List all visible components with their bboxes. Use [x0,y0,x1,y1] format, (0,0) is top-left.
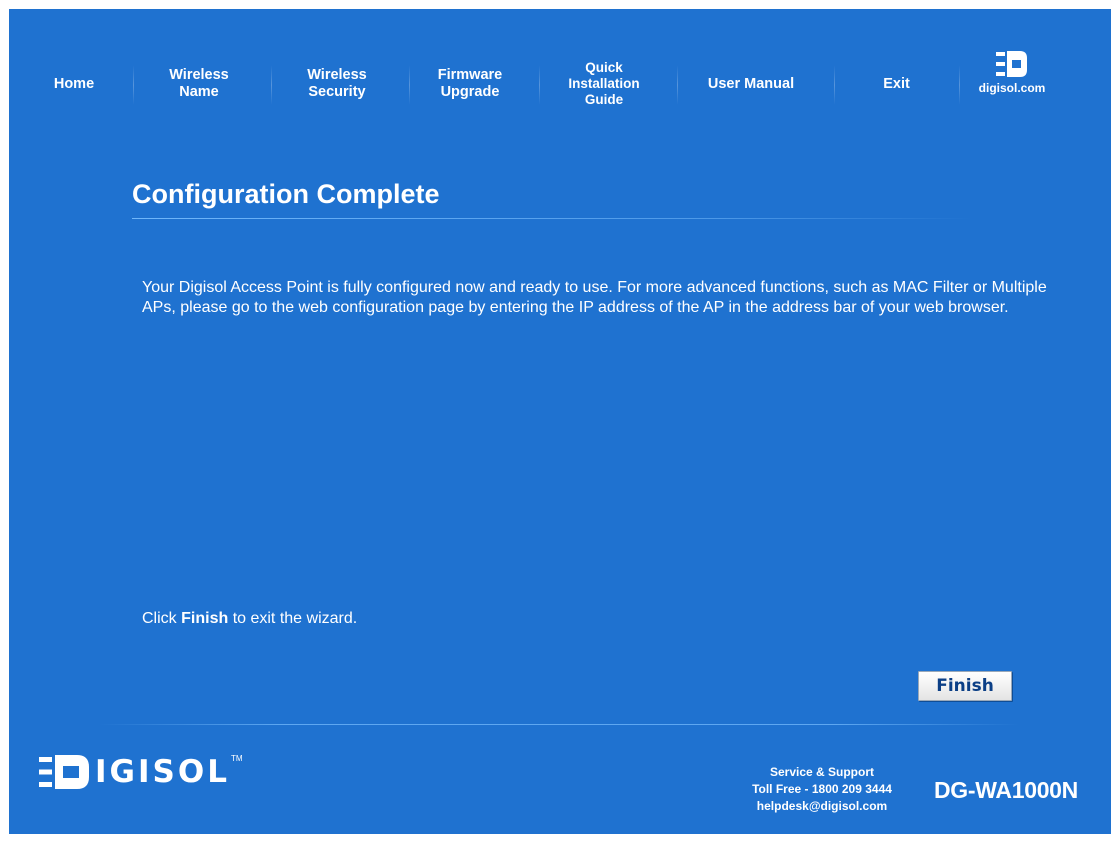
nav-home[interactable]: Home [39,55,109,113]
nav-quick-installation-guide[interactable]: Quick Installation Guide [549,55,659,113]
support-info: Service & Support Toll Free - 1800 209 3… [727,764,917,815]
brand-site: digisol.com [978,81,1046,95]
completion-message: Your Digisol Access Point is fully confi… [142,279,1047,316]
nav-separator [133,65,134,105]
wizard-frame: Home Wireless Name Wireless Security Firmw… [9,9,1111,834]
nav-separator [959,65,960,105]
nav-firmware-upgrade[interactable]: Firmware Upgrade [420,55,520,113]
finish-button[interactable]: Finish [918,671,1012,701]
nav-wireless-security[interactable]: Wireless Security [287,55,387,113]
nav-separator [539,65,540,105]
footer-divider [99,724,1019,725]
trademark-mark: TM [230,753,243,763]
top-nav: Home Wireless Name Wireless Security Firmw… [9,55,1111,125]
support-email: helpdesk@digisol.com [756,799,888,813]
nav-separator [677,65,678,105]
nav-user-manual[interactable]: User Manual [691,55,811,113]
support-title: Service & Support [769,765,875,779]
brand-mini: digisol.com [977,49,1047,95]
logo-wordmark: IGISOL [95,754,230,790]
nav-separator [271,65,272,105]
digisol-logo-mark-icon [39,755,89,789]
digisol-logo: IGISOL TM [39,747,243,797]
page-title: Configuration Complete [132,179,440,209]
nav-separator [834,65,835,105]
finish-hint: Click Finish to exit the wizard. [142,610,358,627]
nav-separator [409,65,410,105]
model-number: DG-WA1000N [934,777,1078,803]
nav-exit[interactable]: Exit [859,55,934,113]
nav-wireless-name[interactable]: Wireless Name [149,55,249,113]
digisol-mark-icon [996,51,1027,77]
title-divider [132,218,972,219]
toll-free-number: Toll Free - 1800 209 3444 [752,782,892,796]
